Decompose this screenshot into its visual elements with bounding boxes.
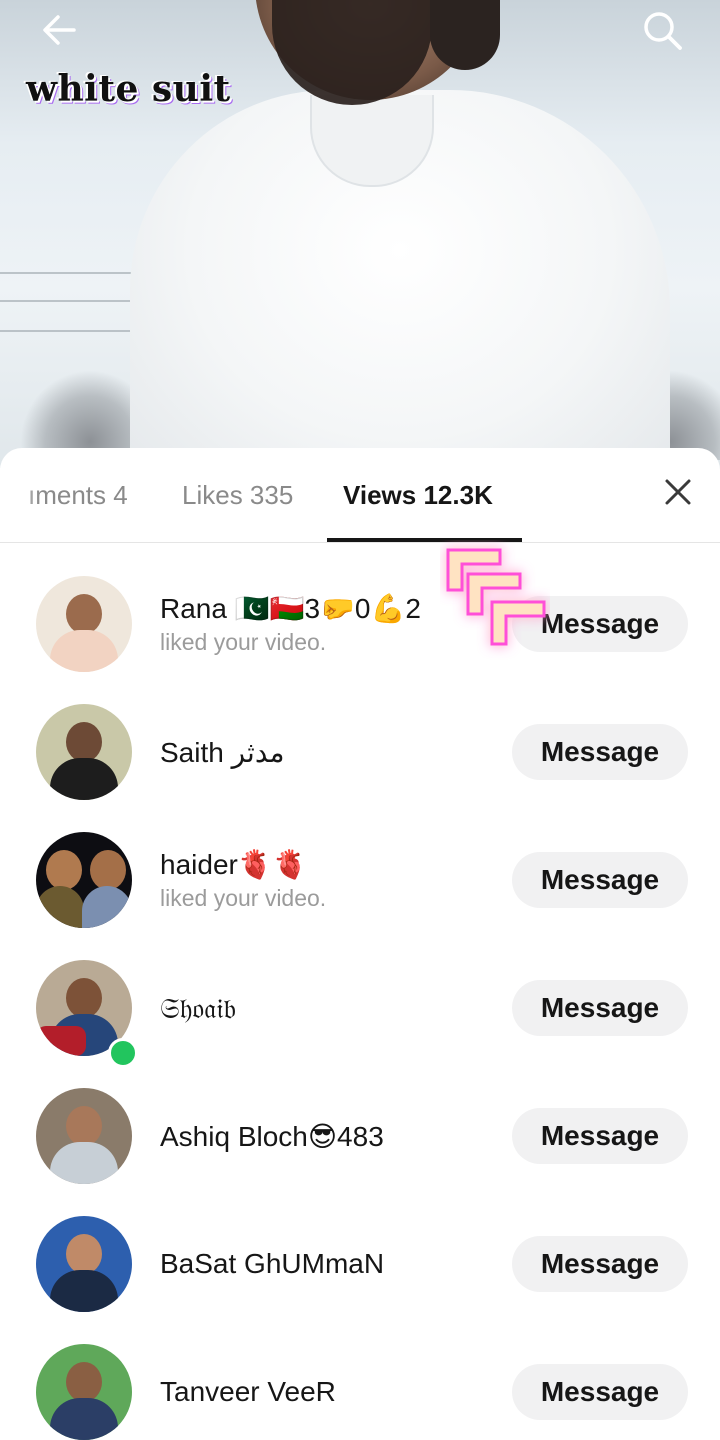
user-activity: liked your video.: [160, 629, 327, 655]
tab-views[interactable]: Views 12.3K: [343, 480, 493, 511]
user-info: Rana 🇵🇰🇴🇲3🤛0💪2 liked your video.: [160, 592, 421, 656]
message-button[interactable]: Message: [512, 1108, 688, 1164]
user-name[interactable]: Rana 🇵🇰🇴🇲3🤛0💪2: [160, 592, 421, 625]
user-name[interactable]: BaSat GhUMmaN: [160, 1248, 384, 1280]
user-name[interactable]: Tanveer VeeR: [160, 1376, 336, 1408]
list-item[interactable]: BaSat GhUMmaN Message: [0, 1184, 720, 1312]
user-info: Ashiq Bloch😎483: [160, 1120, 384, 1153]
search-button[interactable]: [640, 8, 684, 52]
avatar[interactable]: [36, 704, 132, 800]
person-hair: [430, 0, 500, 70]
user-activity: liked your video.: [160, 885, 327, 911]
back-button[interactable]: [38, 8, 82, 52]
user-info: Tanveer VeeR: [160, 1376, 336, 1408]
avatar[interactable]: [36, 1216, 132, 1312]
user-name[interactable]: Saith مدثر: [160, 736, 285, 769]
avatar[interactable]: [36, 1344, 132, 1440]
power-line: [0, 330, 150, 332]
video-preview[interactable]: white suit: [0, 0, 720, 480]
list-item[interactable]: Rana 🇵🇰🇴🇲3🤛0💪2 liked your video. Message: [0, 544, 720, 672]
message-button[interactable]: Message: [512, 1236, 688, 1292]
list-item[interactable]: Saith مدثر Message: [0, 672, 720, 800]
list-item[interactable]: Tanveer VeeR Message: [0, 1312, 720, 1440]
viewers-list: Rana 🇵🇰🇴🇲3🤛0💪2 liked your video. Message…: [0, 544, 720, 1440]
user-info: 𝔖𝔥𝔬𝔞𝔦𝔟: [160, 992, 236, 1026]
tab-bar: ıments 4 Likes 335 Views 12.3K: [0, 448, 720, 543]
tab-likes[interactable]: Likes 335: [182, 480, 293, 511]
message-button[interactable]: Message: [512, 980, 688, 1036]
message-button[interactable]: Message: [512, 596, 688, 652]
user-name[interactable]: 𝔖𝔥𝔬𝔞𝔦𝔟: [160, 992, 236, 1026]
active-tab-indicator: [327, 538, 522, 542]
tab-comments[interactable]: ıments 4: [28, 480, 128, 511]
user-name[interactable]: Ashiq Bloch😎483: [160, 1120, 384, 1153]
viewers-sheet: ıments 4 Likes 335 Views 12.3K Rana 🇵🇰🇴🇲…: [0, 448, 720, 1440]
avatar[interactable]: [36, 832, 132, 928]
avatar[interactable]: [36, 1088, 132, 1184]
user-info: haider🫀🫀 liked your video.: [160, 848, 326, 912]
user-info: BaSat GhUMmaN: [160, 1248, 384, 1280]
arrow-left-icon: [43, 15, 76, 45]
message-button[interactable]: Message: [512, 852, 688, 908]
list-item[interactable]: haider🫀🫀 liked your video. Message: [0, 800, 720, 928]
message-button[interactable]: Message: [512, 1364, 688, 1420]
search-icon: [644, 12, 682, 50]
close-icon: [665, 479, 691, 505]
list-item[interactable]: 𝔖𝔥𝔬𝔞𝔦𝔟 Message: [0, 928, 720, 1068]
list-item[interactable]: Ashiq Bloch😎483 Message: [0, 1056, 720, 1184]
user-info: Saith مدثر: [160, 736, 285, 769]
close-button[interactable]: [662, 476, 694, 508]
video-caption: white suit: [26, 68, 231, 110]
message-button[interactable]: Message: [512, 724, 688, 780]
user-name[interactable]: haider🫀🫀: [160, 848, 326, 881]
tab-fade: [0, 468, 40, 528]
avatar[interactable]: [36, 576, 132, 672]
